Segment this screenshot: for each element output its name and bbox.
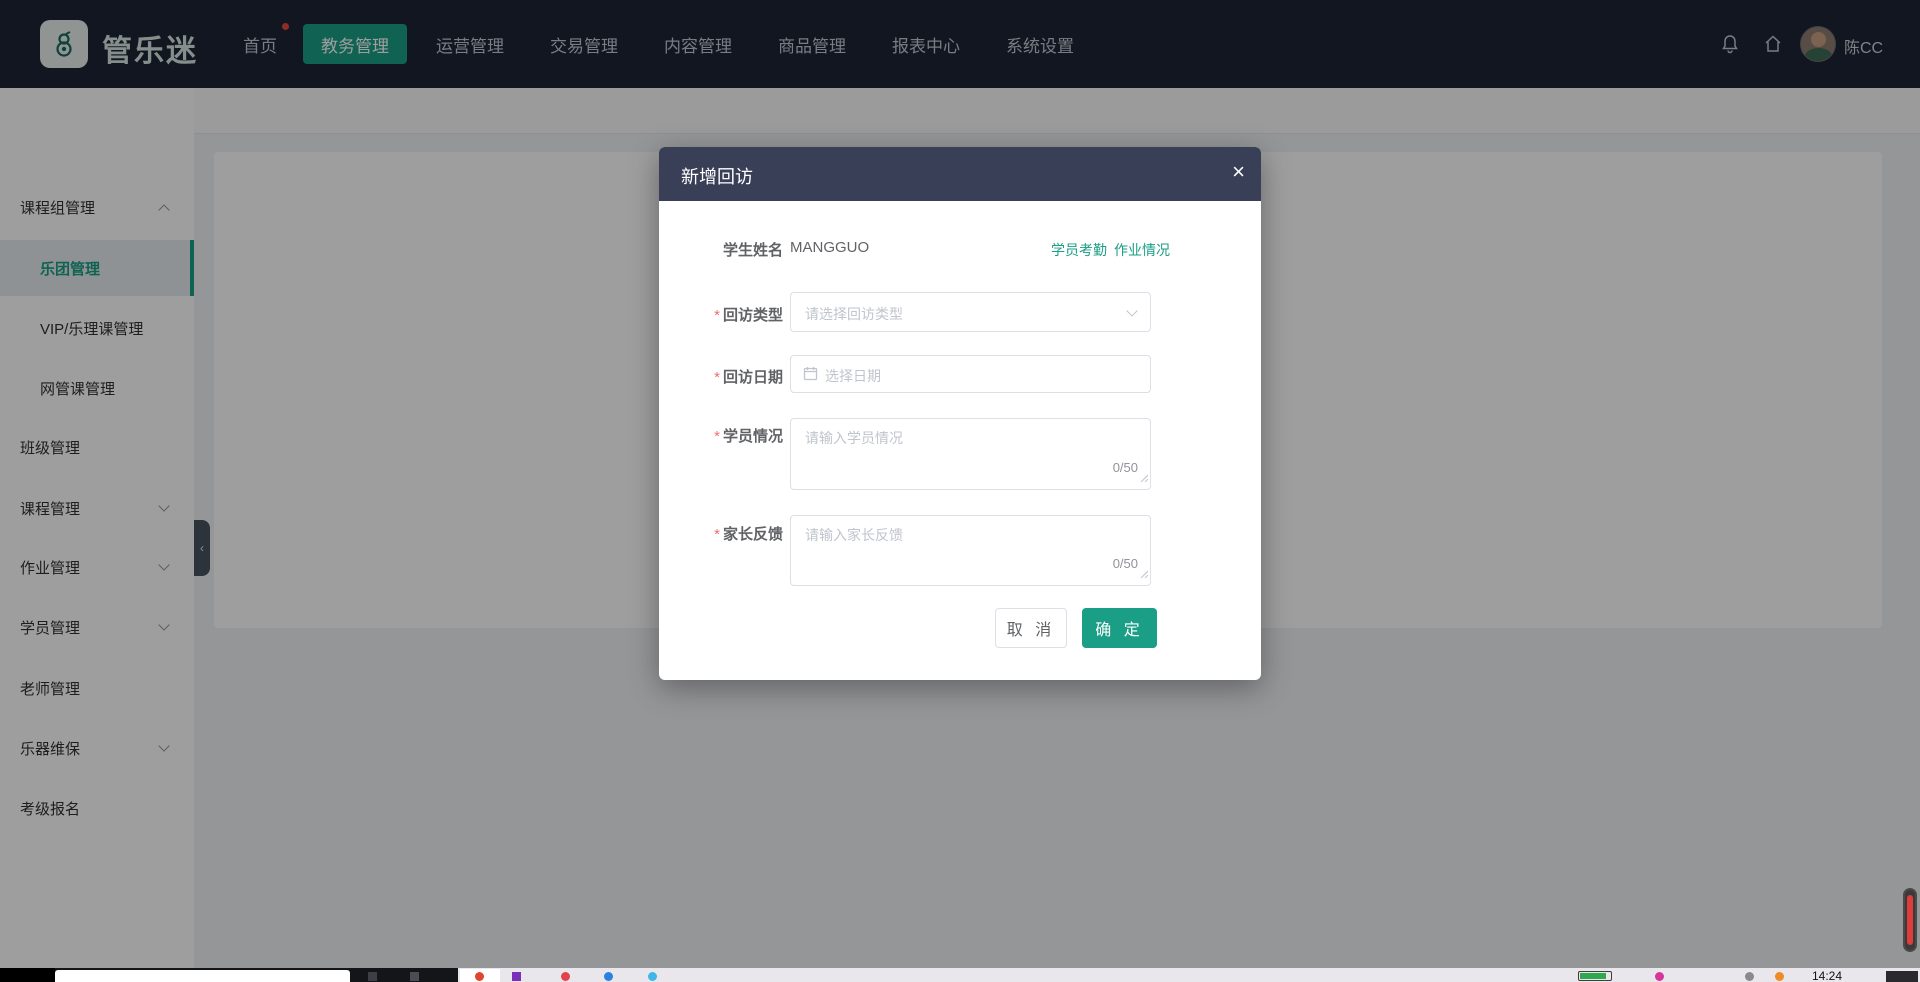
add-followup-modal: 新增回访 × 学生姓名 MANGGUO 学员考勤 作业情况 *回访类型 请选择回… bbox=[659, 147, 1261, 680]
resize-grip-icon[interactable] bbox=[1139, 469, 1148, 487]
scrollbar-red-fill bbox=[1907, 895, 1913, 945]
taskbar-clock: 14:24 bbox=[1812, 969, 1842, 982]
char-counter: 0/50 bbox=[1113, 556, 1138, 571]
modal-title: 新增回访 bbox=[681, 163, 753, 189]
char-counter: 0/50 bbox=[1113, 460, 1138, 475]
required-asterisk: * bbox=[714, 428, 720, 445]
followup-type-select[interactable]: 请选择回访类型 bbox=[790, 292, 1151, 332]
student-situation-label: *学员情况 bbox=[659, 425, 783, 446]
student-situation-textarea[interactable]: 请输入学员情况 0/50 bbox=[790, 418, 1151, 490]
student-name-value: MANGGUO bbox=[790, 239, 869, 256]
taskbar-app-icon-pink[interactable] bbox=[561, 972, 570, 981]
tray-icon-gray[interactable] bbox=[1745, 972, 1754, 981]
required-asterisk: * bbox=[714, 369, 720, 386]
screen: 管乐迷 首页 教务管理 运营管理 交易管理 内容管理 商品管理 报表中心 系统设… bbox=[0, 0, 1920, 982]
homework-link[interactable]: 作业情况 bbox=[1114, 240, 1170, 260]
cancel-button[interactable]: 取 消 bbox=[995, 608, 1067, 648]
student-name-label: 学生姓名 bbox=[659, 239, 783, 260]
followup-date-input[interactable]: 选择日期 bbox=[790, 355, 1151, 393]
taskbar-app-icon-blue[interactable] bbox=[604, 972, 613, 981]
show-desktop-button[interactable] bbox=[1886, 971, 1918, 982]
followup-type-label: *回访类型 bbox=[659, 304, 783, 325]
required-asterisk: * bbox=[714, 526, 720, 543]
close-icon[interactable]: × bbox=[1232, 159, 1245, 185]
tray-icon-pink[interactable] bbox=[1655, 972, 1664, 981]
parent-feedback-textarea[interactable]: 请输入家长反馈 0/50 bbox=[790, 515, 1151, 586]
taskbar-app-icon-purple[interactable] bbox=[512, 972, 521, 981]
required-asterisk: * bbox=[714, 307, 720, 324]
taskbar-search-box[interactable] bbox=[55, 970, 350, 982]
followup-date-label: *回访日期 bbox=[659, 366, 783, 387]
tray-icon-orange[interactable] bbox=[1775, 972, 1784, 981]
taskbar-app-icon[interactable] bbox=[368, 972, 377, 981]
start-button[interactable] bbox=[0, 968, 55, 982]
os-taskbar: 14:24 bbox=[0, 968, 1920, 982]
confirm-button[interactable]: 确 定 bbox=[1082, 608, 1157, 648]
battery-icon bbox=[1578, 971, 1612, 981]
calendar-icon bbox=[803, 366, 818, 386]
parent-feedback-label: *家长反馈 bbox=[659, 523, 783, 544]
resize-grip-icon[interactable] bbox=[1139, 565, 1148, 583]
attendance-link[interactable]: 学员考勤 bbox=[1051, 240, 1107, 260]
scrollbar-thumb[interactable] bbox=[1903, 888, 1917, 952]
chevron-down-icon bbox=[1126, 305, 1137, 316]
taskbar-app-icon-cyan[interactable] bbox=[648, 972, 657, 981]
taskbar-app-icon-red[interactable] bbox=[475, 972, 484, 981]
taskbar-app-icon[interactable] bbox=[410, 972, 419, 981]
